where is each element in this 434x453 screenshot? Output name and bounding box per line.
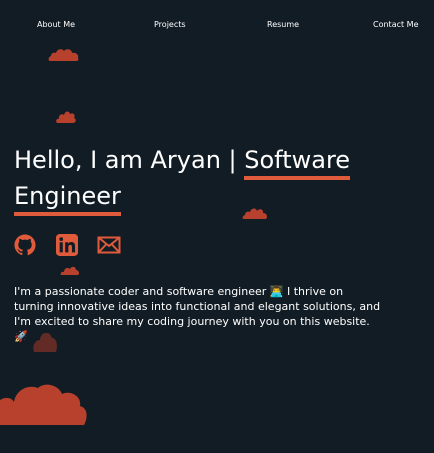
top-nav: About Me Projects Resume Contact Me: [0, 0, 434, 50]
mail-icon[interactable]: [97, 234, 121, 256]
page: About Me Projects Resume Contact Me Hell…: [0, 0, 434, 453]
bio-paragraph: I'm a passionate coder and software engi…: [14, 284, 384, 344]
page-title: Hello, I am Aryan | Software Engineer: [14, 142, 424, 216]
greeting-text: Hello, I am Aryan |: [14, 146, 245, 174]
role-text-line1: Software: [244, 146, 351, 180]
nav-about-me[interactable]: About Me: [37, 20, 75, 29]
github-icon[interactable]: [14, 234, 36, 256]
technologist-emoji: 👨‍💻: [269, 285, 284, 298]
cloud-decoration: [60, 266, 80, 275]
role-text-line2: Engineer: [14, 182, 121, 216]
cloud-decoration: [0, 384, 87, 425]
nav-projects[interactable]: Projects: [154, 20, 186, 29]
rocket-emoji: 🚀: [14, 330, 28, 343]
cloud-decoration: [48, 49, 79, 61]
bio-text-part1: I'm a passionate coder and software engi…: [14, 285, 270, 298]
nav-contact-me[interactable]: Contact Me: [373, 20, 419, 29]
nav-resume[interactable]: Resume: [267, 20, 299, 29]
hero-section: Hello, I am Aryan | Software Engineer: [14, 142, 424, 216]
linkedin-icon[interactable]: [56, 234, 78, 256]
cloud-decoration: [56, 111, 76, 123]
